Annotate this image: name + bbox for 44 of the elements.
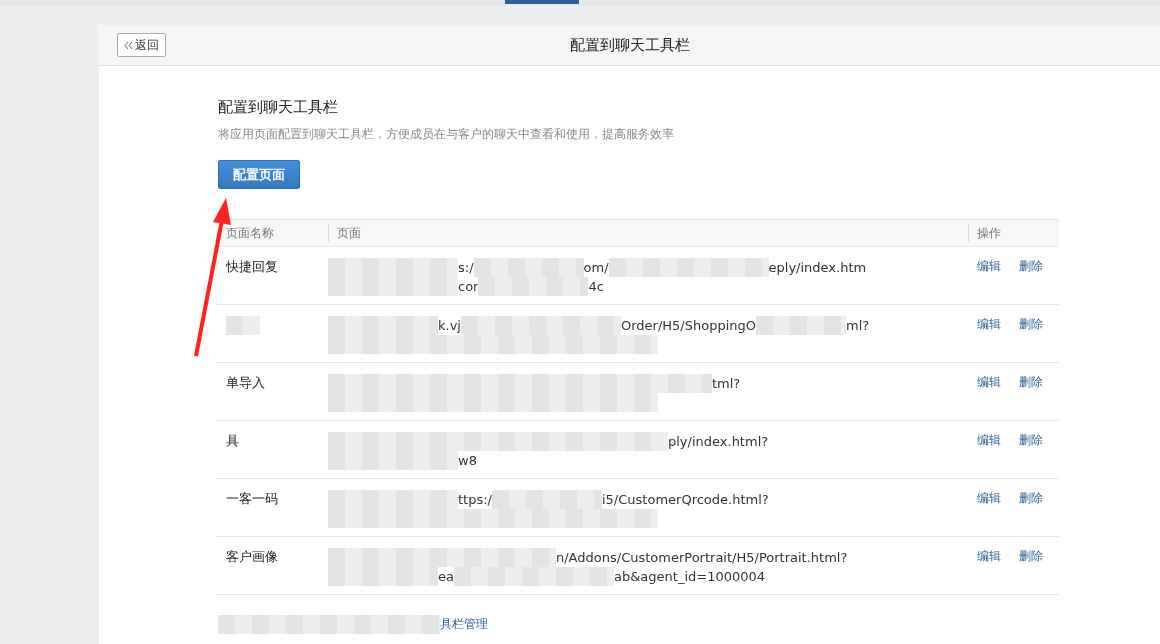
edit-link[interactable]: 编辑 (977, 374, 1001, 391)
edit-link[interactable]: 编辑 (977, 258, 1001, 275)
edit-link[interactable]: 编辑 (977, 316, 1001, 333)
table-cell: 具 (226, 432, 239, 450)
configure-page-button[interactable]: 配置页面 (218, 160, 300, 189)
url-text: om/ (583, 260, 609, 275)
toolbar-manage-link[interactable]: 具栏管理 (440, 616, 488, 633)
url-text: i5/CustomerQrcode.html? (602, 492, 769, 507)
url-text: ply/index.html? (668, 434, 769, 449)
column-header: 页面 (337, 226, 361, 240)
table-cell: 快捷回复 (226, 258, 278, 276)
column-header: 页面名称 (226, 226, 274, 240)
url-text: w8 (458, 453, 477, 468)
url-text: cor (458, 279, 479, 294)
delete-link[interactable]: 删除 (1019, 490, 1043, 507)
url-text: ml? (846, 318, 870, 333)
edit-link[interactable]: 编辑 (977, 548, 1001, 565)
back-button[interactable]: 返回 (117, 33, 166, 57)
delete-link[interactable]: 删除 (1019, 548, 1043, 565)
url-text: ea (438, 569, 454, 584)
delete-link[interactable]: 删除 (1019, 258, 1043, 275)
redaction-mosaic (226, 316, 260, 335)
url-text: ttps:/ (458, 492, 492, 507)
page-title: 配置到聊天工具栏 (569, 35, 690, 55)
url-text: s:/ (458, 260, 474, 275)
table-cell: 一客一码 (226, 490, 278, 508)
url-text: 4c (588, 279, 604, 294)
url-text: eply/index.htm (768, 260, 867, 275)
delete-link[interactable]: 删除 (1019, 316, 1043, 333)
table-cell: 客户画像 (226, 548, 278, 566)
url-text: n/Addons/CustomerPortrait/H5/Portrait.html? (556, 550, 848, 565)
edit-link[interactable]: 编辑 (977, 490, 1001, 507)
section-title: 配置到聊天工具栏 (218, 98, 339, 117)
url-text: ab&agent_id=1000004 (613, 569, 766, 584)
edit-link[interactable]: 编辑 (977, 432, 1001, 449)
delete-link[interactable]: 删除 (1019, 374, 1043, 391)
column-header: 操作 (977, 226, 1001, 240)
section-description: 将应用页面配置到聊天工具栏，方便成员在与客户的聊天中查看和使用，提高服务效率 (218, 126, 675, 143)
url-text: tml? (712, 376, 741, 391)
url-text: k.vj (438, 318, 461, 333)
url-text: Order/H5/ShoppingO (620, 318, 756, 333)
table-cell: 单导入 (226, 374, 265, 392)
double-chevron-left-icon (124, 40, 133, 50)
delete-link[interactable]: 删除 (1019, 432, 1043, 449)
